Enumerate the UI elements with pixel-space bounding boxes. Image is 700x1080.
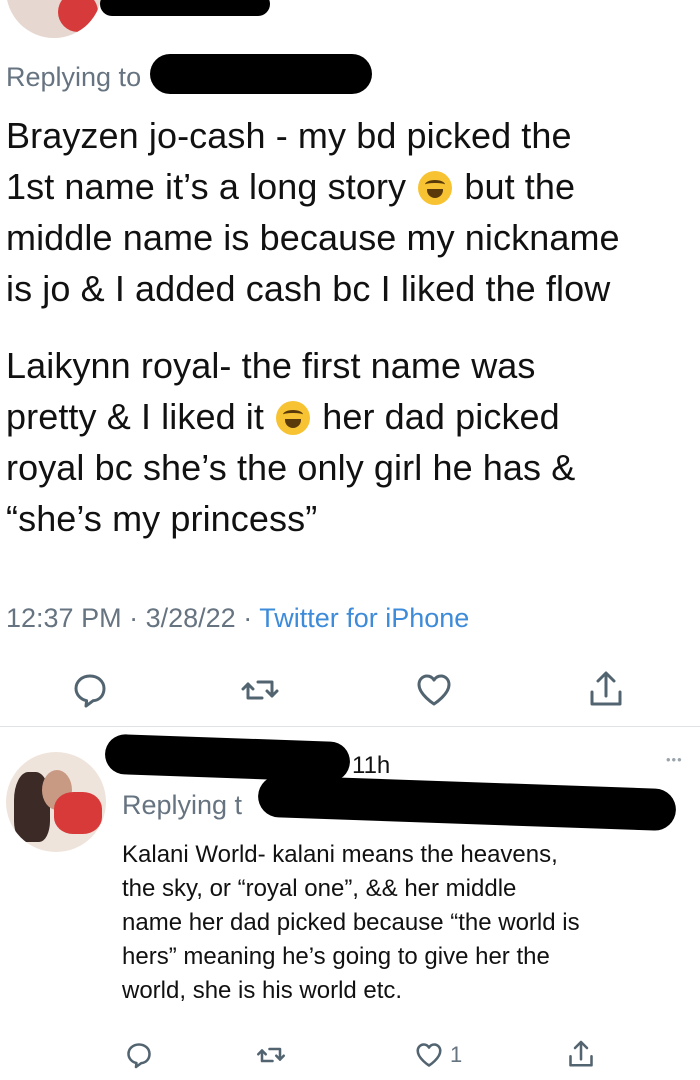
retweet-icon[interactable] [256,1040,286,1070]
body-line: “she’s my princess” [6,498,318,539]
tweet-date[interactable]: 3/28/22 [146,603,236,633]
share-icon[interactable] [566,1038,596,1070]
tweet-source-link[interactable]: Twitter for iPhone [259,603,469,633]
redacted-username [100,0,270,16]
body-line: royal bc she’s the only girl he has & [6,447,576,488]
tweet2-time-ago[interactable]: 11h [352,752,390,780]
heart-icon[interactable] [414,670,454,710]
replying-to-label: Replying t [122,790,243,820]
tweet-time[interactable]: 12:37 PM [6,603,122,633]
redacted-reply-handle [257,774,677,832]
redacted-reply-handle [150,54,372,94]
tweet2-body: Kalani World- kalani means the heavens, … [122,838,697,1008]
replying-to-label: Replying to [6,62,142,92]
body-line: is jo & I added cash bc I liked the flow [6,268,611,309]
tweet2-avatar[interactable] [6,752,106,852]
body-line: hers” meaning he’s going to give her the [122,943,550,970]
tweet1-body-paragraph-2: Laikynn royal- the first name was pretty… [6,340,696,544]
body-text: but the [464,166,576,207]
tweet-divider [0,726,700,727]
body-line: Kalani World- kalani means the heavens, [122,841,558,868]
like-count: 1 [450,1042,463,1067]
reply-icon[interactable] [124,1040,154,1070]
meta-separator: · [129,603,139,633]
body-line: Laikynn royal- the first name was [6,345,536,386]
body-text: 1st name it’s a long story [6,166,407,207]
tweet1-avatar[interactable] [6,0,102,38]
body-text: her dad picked [322,396,560,437]
rolling-laughing-emoji-icon [276,401,311,435]
retweet-icon[interactable] [240,670,280,710]
body-line: pretty & I liked it her dad picked [6,391,696,442]
redacted-display-name [104,733,351,783]
rolling-laughing-emoji-icon [418,171,453,205]
meta-separator: · [243,603,253,633]
body-line: the sky, or “royal one”, && her middle [122,875,517,902]
share-icon[interactable] [586,668,626,710]
more-options-icon[interactable]: ••• [666,752,683,767]
body-line: middle name is because my nickname [6,217,620,258]
body-text: pretty & I liked it [6,396,264,437]
body-line: Brayzen jo-cash - my bd picked the [6,115,572,156]
tweet1-meta: 12:37 PM · 3/28/22 · Twitter for iPhone [6,603,469,634]
body-line: name her dad picked because “the world i… [122,909,580,936]
reply-icon[interactable] [70,670,110,710]
heart-icon[interactable] [414,1040,444,1070]
body-line: 1st name it’s a long story but the [6,161,696,212]
tweet1-body-paragraph-1: Brayzen jo-cash - my bd picked the 1st n… [6,110,696,314]
body-line: world, she is his world etc. [122,977,403,1004]
